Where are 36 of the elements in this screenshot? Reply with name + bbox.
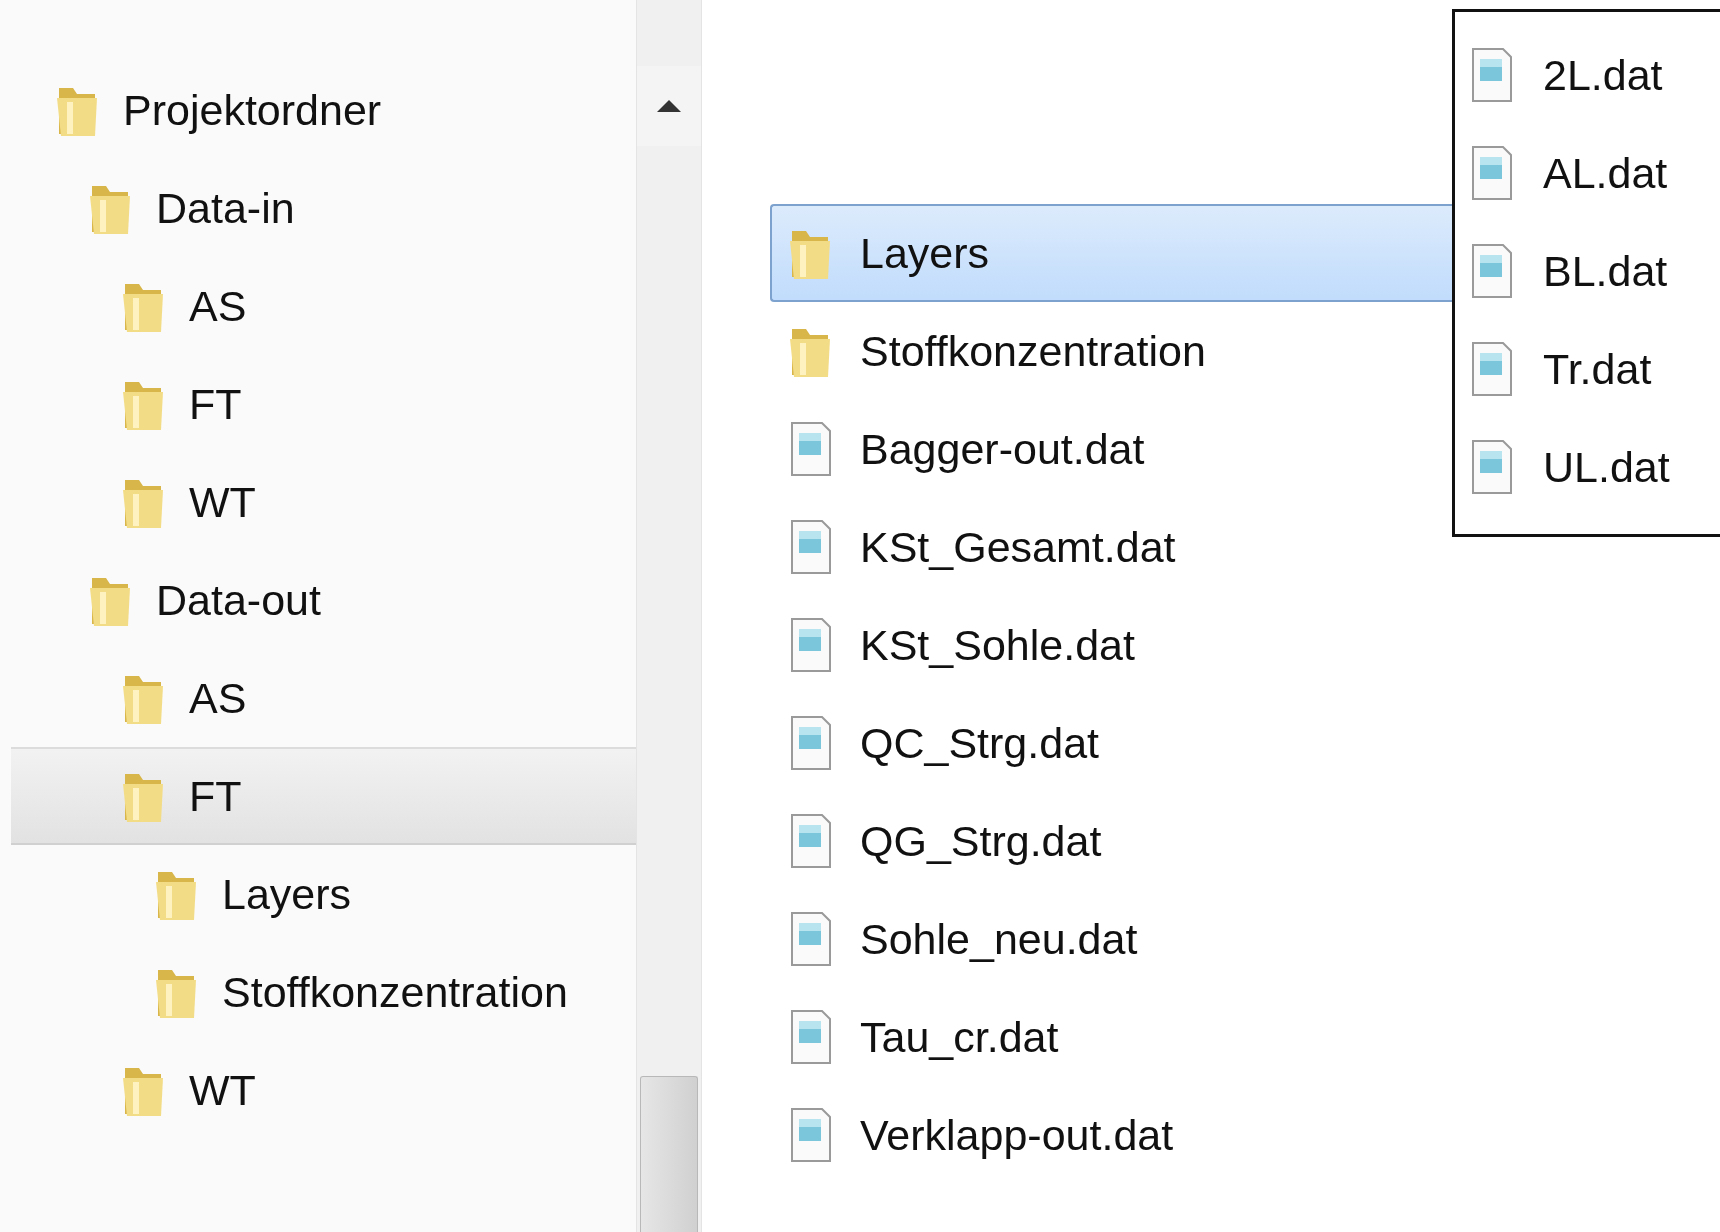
file-icon [788, 421, 834, 477]
tree-item[interactable]: Projektordner [11, 61, 636, 159]
file-icon [1469, 243, 1515, 299]
file-item[interactable]: Sohle_neu.dat [770, 890, 1720, 988]
tree-item[interactable]: Layers [11, 845, 636, 943]
tree-item[interactable]: Stoffkonzentration [11, 943, 636, 1041]
file-item[interactable]: KSt_Sohle.dat [770, 596, 1720, 694]
file-item[interactable]: Verklapp-out.dat [770, 1086, 1720, 1184]
scroll-thumb[interactable] [640, 1076, 698, 1232]
file-icon [788, 519, 834, 575]
file-item[interactable]: Tau_cr.dat [770, 988, 1720, 1086]
file-item[interactable]: QG_Strg.dat [770, 792, 1720, 890]
tree-item[interactable]: WT [11, 453, 636, 551]
file-icon [1469, 145, 1515, 201]
file-item[interactable]: QC_Strg.dat [770, 694, 1720, 792]
file-icon [788, 911, 834, 967]
tree-item[interactable]: FT [11, 355, 636, 453]
file-icon [788, 1107, 834, 1163]
file-icon [1469, 47, 1515, 103]
up-arrow-icon [656, 99, 682, 113]
tree-item[interactable]: WT [11, 1041, 636, 1139]
file-icon [1469, 439, 1515, 495]
tree-item[interactable]: AS [11, 257, 636, 355]
file-icon [1469, 341, 1515, 397]
file-icon [788, 617, 834, 673]
tree-item[interactable]: Data-out [11, 551, 636, 649]
file-icon [788, 1009, 834, 1065]
scroll-up-button[interactable] [637, 66, 701, 146]
tree-item[interactable]: FT [11, 747, 636, 845]
file-item[interactable]: 2L.dat [1469, 26, 1720, 124]
file-icon [788, 813, 834, 869]
scrollbar[interactable] [636, 0, 702, 1232]
file-icon [788, 715, 834, 771]
tree-item[interactable]: AS [11, 649, 636, 747]
file-item[interactable]: Tr.dat [1469, 320, 1720, 418]
tree-item[interactable]: Data-in [11, 159, 636, 257]
